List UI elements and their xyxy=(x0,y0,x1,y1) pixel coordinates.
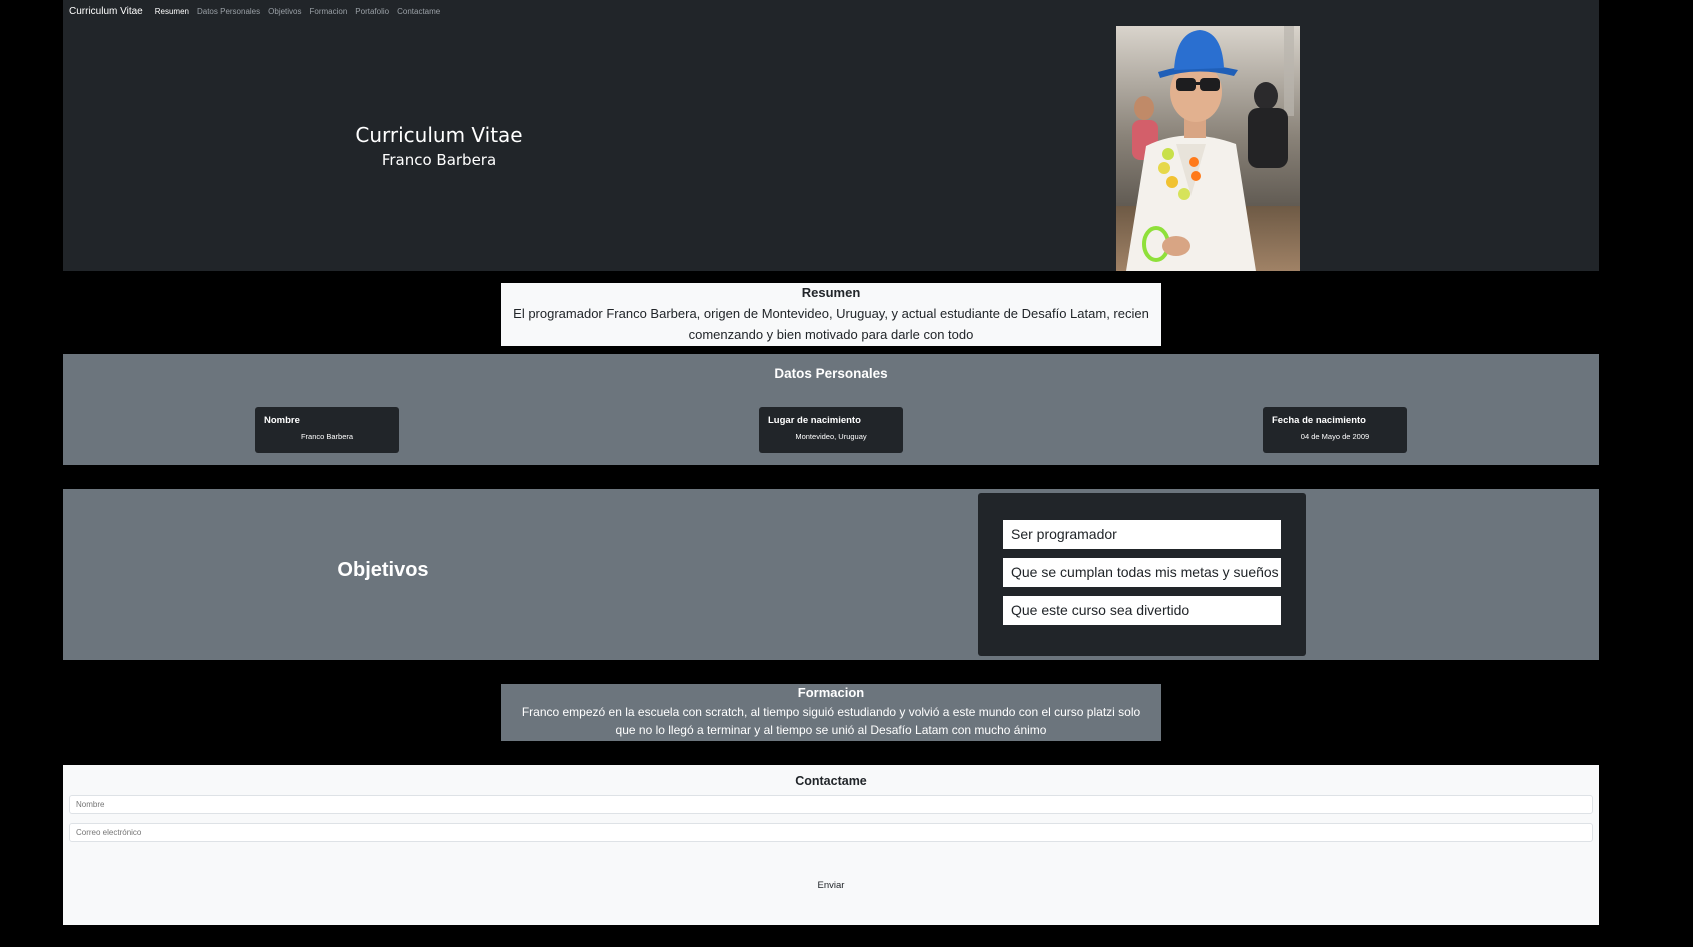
list-item: Ser programador xyxy=(1003,520,1281,549)
formacion-title: Formacion xyxy=(797,685,865,700)
nav-link-formacion[interactable]: Formacion xyxy=(310,7,348,16)
list-item: Que se cumplan todas mis metas y sueños xyxy=(1003,558,1281,587)
hero-title: Curriculum Vitae xyxy=(355,123,523,147)
email-field[interactable] xyxy=(69,823,1593,842)
contactame-section: Contactame Enviar xyxy=(63,765,1599,925)
card-value: 04 de Mayo de 2009 xyxy=(1300,432,1370,441)
card-label: Nombre xyxy=(264,415,300,426)
resumen-section: Resumen El programador Franco Barbera, o… xyxy=(501,283,1161,346)
nav-link-portafolio[interactable]: Portafolio xyxy=(355,7,389,16)
hero-section: Curriculum Vitae Resumen Datos Personale… xyxy=(63,0,1599,271)
objetivos-list: Ser programador Que se cumplan todas mis… xyxy=(978,493,1306,656)
nav-link-contactame[interactable]: Contactame xyxy=(397,7,440,16)
nav-link-objetivos[interactable]: Objetivos xyxy=(268,7,301,16)
nav-link-resumen[interactable]: Resumen xyxy=(155,7,189,16)
resumen-title: Resumen xyxy=(801,285,861,300)
navbar: Curriculum Vitae Resumen Datos Personale… xyxy=(69,6,440,17)
navbar-brand[interactable]: Curriculum Vitae xyxy=(69,6,143,17)
objetivos-section: Objetivos Ser programador Que se cumplan… xyxy=(63,489,1599,660)
card-label: Fecha de nacimiento xyxy=(1272,415,1366,426)
name-field[interactable] xyxy=(69,795,1593,814)
profile-photo xyxy=(1116,26,1300,271)
nav-link-datos-personales[interactable]: Datos Personales xyxy=(197,7,260,16)
hero-titles: Curriculum Vitae Franco Barbera xyxy=(343,123,535,169)
datos-personales-title: Datos Personales xyxy=(774,366,888,381)
card-value: Montevideo, Uruguay xyxy=(795,432,867,441)
card-nombre: Nombre Franco Barbera xyxy=(255,407,399,453)
datos-personales-section: Datos Personales Nombre Franco Barbera L… xyxy=(63,354,1599,465)
card-label: Lugar de nacimiento xyxy=(768,415,861,426)
formacion-section: Formacion Franco empezó en la escuela co… xyxy=(501,684,1161,741)
card-lugar-nacimiento: Lugar de nacimiento Montevideo, Uruguay xyxy=(759,407,903,453)
send-button[interactable]: Enviar xyxy=(783,880,879,891)
resumen-text: El programador Franco Barbera, origen de… xyxy=(513,306,1149,342)
hero-subtitle: Franco Barbera xyxy=(381,151,497,169)
formacion-text: Franco empezó en la escuela con scratch,… xyxy=(521,705,1141,737)
list-item: Que este curso sea divertido xyxy=(1003,596,1281,625)
contactame-title: Contactame xyxy=(795,774,867,788)
card-value: Franco Barbera xyxy=(300,432,354,441)
objetivos-title: Objetivos xyxy=(337,559,429,581)
card-fecha-nacimiento: Fecha de nacimiento 04 de Mayo de 2009 xyxy=(1263,407,1407,453)
